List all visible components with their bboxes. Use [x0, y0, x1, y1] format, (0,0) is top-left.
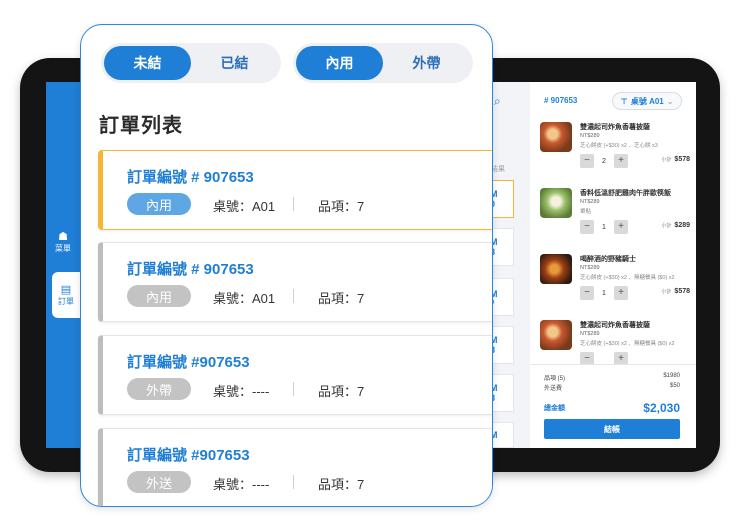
chef-icon: ☗ [58, 230, 68, 243]
item-count: 品項：7 [318, 199, 365, 214]
increase-button[interactable]: + [614, 352, 628, 364]
status-badge: ■ [490, 299, 513, 306]
line-subtotal: 小計 $578 [661, 288, 690, 295]
table-number: 桌號：A01 [213, 291, 276, 306]
increase-button[interactable]: + [614, 154, 628, 168]
food-image [540, 254, 572, 284]
nav-item-menu[interactable]: ☗ 菜單 [46, 222, 80, 262]
item-count: 品項：7 [318, 384, 365, 399]
tab-unsettled[interactable]: 未結 [104, 46, 191, 80]
food-image [540, 122, 572, 152]
order-type-badge: 外帶 [127, 378, 191, 400]
clipboard-icon: ▤ [60, 283, 72, 296]
order-type-toggle: 內用 外帶 [293, 43, 473, 83]
line-subtotal: 小計 $578 [661, 156, 690, 163]
order-type-badge: 外送 [127, 471, 191, 493]
checkout-button[interactable]: 結帳 [544, 419, 680, 439]
item-count: 品項：7 [318, 477, 365, 492]
side-nav [46, 82, 80, 448]
cart-line-item: 香料低溫舒肥雞肉午胖歐筷飯 NT$289 單點 − 1 + 小計 $289 [540, 188, 690, 244]
chevron-down-icon: ⌄ [666, 96, 674, 106]
line-subtotal: 小計 $289 [661, 222, 690, 229]
divider [293, 197, 294, 211]
summary-items-row: 品項 (5) $1980 [544, 373, 680, 382]
order-number: 訂單編號 #907653 [127, 447, 250, 464]
divider [293, 475, 294, 489]
decrease-button[interactable]: − [580, 154, 594, 168]
search-icon[interactable]: ⌕ [494, 94, 501, 109]
detail-order-number: # 907653 [544, 96, 578, 105]
decrease-button[interactable]: − [580, 286, 594, 300]
item-count: 品項：7 [318, 291, 365, 306]
nav-item-label: 訂單 [58, 296, 74, 306]
summary-delivery-row: 外送費 $50 [544, 383, 680, 392]
page-title: 訂單列表 [99, 115, 183, 137]
increase-button[interactable]: + [614, 220, 628, 234]
cart-line-item: 喝醉酒的野豬騎士 NT$289 芝心餅皮 (+$30) x2 、無糖餐具 ($0… [540, 254, 690, 310]
decrease-button[interactable]: − [580, 352, 594, 364]
order-card[interactable]: 訂單編號 #907653 外帶 桌號：---- 品項：7 [98, 335, 492, 415]
table-selector[interactable]: ⊤ 桌號 A01 ⌄ [612, 92, 682, 110]
tab-dine-in[interactable]: 內用 [296, 46, 383, 80]
increase-button[interactable]: + [614, 286, 628, 300]
order-card[interactable]: 訂單編號 # 907653 內用 桌號：A01 品項：7 [98, 150, 492, 230]
divider [293, 382, 294, 396]
table-icon: ⊤ [620, 96, 628, 106]
order-number: 訂單編號 # 907653 [127, 261, 254, 278]
tab-settled[interactable]: 已結 [191, 46, 278, 80]
order-card[interactable]: 訂單編號 # 907653 內用 桌號：A01 品項：7 [98, 242, 492, 322]
summary-total-row: 總金額 $2,030 [544, 401, 680, 415]
quantity-stepper: − + [580, 352, 628, 364]
order-card[interactable]: 訂單編號 #907653 外送 桌號：---- 品項：7 [98, 428, 492, 506]
food-image [540, 320, 572, 350]
order-number: 訂單編號 # 907653 [127, 169, 254, 186]
table-number: 桌號：---- [213, 477, 270, 492]
order-number: 訂單編號 #907653 [127, 354, 250, 371]
quantity-stepper: − 2 + [580, 154, 628, 168]
status-toggle: 未結 已結 [101, 43, 281, 83]
cart-line-item: 雙濃起司炸魚香薯披薩 NT$289 芝心餅皮 (+$30) x2 、芝心餅 x3… [540, 122, 690, 178]
nav-item-label: 菜單 [55, 243, 71, 253]
nav-item-orders[interactable]: ▤ 訂單 [52, 272, 80, 318]
order-summary: 品項 (5) $1980 外送費 $50 總金額 $2,030 結帳 [530, 364, 696, 448]
table-number: 桌號：---- [213, 384, 270, 399]
quantity-stepper: − 1 + [580, 220, 628, 234]
food-image [540, 188, 572, 218]
order-type-badge: 內用 [127, 193, 191, 215]
order-type-badge: 內用 [127, 285, 191, 307]
tab-takeout[interactable]: 外帶 [383, 46, 470, 80]
divider [293, 289, 294, 303]
decrease-button[interactable]: − [580, 220, 594, 234]
table-number: 桌號：A01 [213, 199, 276, 214]
cart-line-item: 雙濃起司炸魚香薯披薩 NT$289 芝心餅皮 (+$30) x2 、無糖餐具 (… [540, 320, 690, 364]
order-list-panel: 未結 已結 內用 外帶 訂單列表 訂單編號 # 907653 內用 桌號：A01… [80, 24, 493, 507]
order-detail-panel: # 907653 ⊤ 桌號 A01 ⌄ 雙濃起司炸魚香薯披薩 NT$289 芝心… [530, 82, 696, 448]
quantity-stepper: − 1 + [580, 286, 628, 300]
